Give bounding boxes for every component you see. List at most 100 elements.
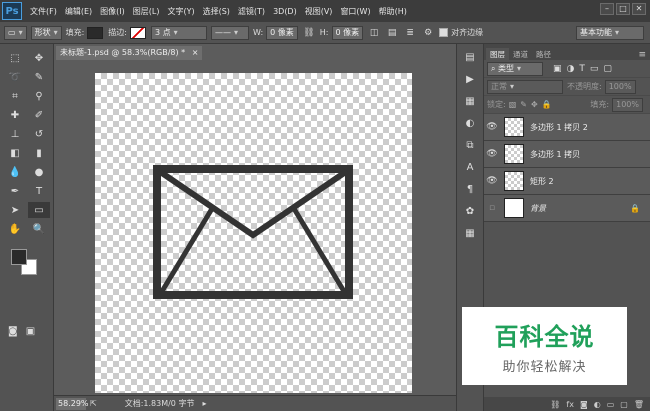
marquee-tool-icon[interactable]: ⬚	[4, 50, 26, 66]
stroke-swatch[interactable]	[130, 26, 146, 39]
filter-icons[interactable]: ▣◑T▭▢	[553, 64, 617, 74]
tab-channels[interactable]: 通道	[509, 48, 532, 60]
mask-icon[interactable]: ◙	[580, 400, 588, 409]
path-operations-icon[interactable]: ◫	[367, 26, 381, 40]
gradient-tool-icon[interactable]: ▮	[28, 145, 50, 161]
fill-field[interactable]: 100%	[612, 97, 643, 112]
character-panel-icon[interactable]: A	[460, 158, 480, 176]
blend-mode-select[interactable]: 正常	[487, 79, 563, 94]
lasso-tool-icon[interactable]: ➰	[4, 69, 26, 85]
visibility-box-icon[interactable]: ▫	[484, 203, 500, 213]
menu-filter[interactable]: 滤镜(T)	[238, 6, 265, 17]
envelope-shape[interactable]	[153, 165, 353, 299]
menu-type[interactable]: 文字(Y)	[167, 6, 194, 17]
path-arrangement-icon[interactable]: ≣	[403, 26, 417, 40]
link-icon[interactable]: ⛓	[302, 26, 316, 40]
align-edges-checkbox[interactable]	[439, 28, 449, 37]
canvas[interactable]	[95, 73, 412, 393]
gear-icon[interactable]: ⚙	[421, 26, 435, 40]
dodge-tool-icon[interactable]: ●	[28, 164, 50, 180]
adjustments-panel-icon[interactable]: ◐	[460, 114, 480, 132]
menu-view[interactable]: 视图(V)	[305, 6, 333, 17]
options-bar: ▭ 形状 填充: 描边: 3 点 —— W: 0 像素 ⛓ H: 0 像素 ◫ …	[0, 22, 650, 44]
opacity-field[interactable]: 100%	[604, 79, 636, 94]
quick-mask-icon[interactable]: ◙	[8, 326, 18, 337]
menu-image[interactable]: 图像(I)	[100, 6, 125, 17]
menu-help[interactable]: 帮助(H)	[379, 6, 407, 17]
menu-bar: Ps 文件(F) 编辑(E) 图像(I) 图层(L) 文字(Y) 选择(S) 滤…	[0, 0, 650, 22]
close-icon[interactable]: ✕	[632, 3, 646, 15]
swatches-panel-icon[interactable]: ▦	[460, 92, 480, 110]
screen-mode-icon[interactable]: ▣	[26, 326, 35, 337]
zoom-tool-icon[interactable]: 🔍	[28, 221, 50, 237]
lock-label: 锁定:	[487, 100, 506, 109]
visibility-eye-icon[interactable]: 👁	[484, 122, 500, 132]
trash-icon[interactable]: 🗑	[634, 400, 644, 409]
tab-paths[interactable]: 路径	[532, 48, 555, 60]
adjustment-layer-icon[interactable]: ◐	[594, 400, 601, 409]
layer-row[interactable]: 👁 矩形 2	[484, 168, 650, 195]
height-field[interactable]: 0 像素	[331, 25, 364, 40]
menu-file[interactable]: 文件(F)	[30, 6, 57, 17]
path-alignment-icon[interactable]: ▤	[385, 26, 399, 40]
menu-3d[interactable]: 3D(D)	[273, 7, 297, 16]
brush-tool-icon[interactable]: ✐	[28, 107, 50, 123]
close-tab-icon[interactable]: ×	[192, 48, 199, 57]
toolbox: ⬚ ✥ ➰ ✎ ⌗ ⚲ ✚ ✐ ⊥ ↺ ◧ ▮ 💧 ● ✒ T ➤ ▭ ✋ 🔍 …	[0, 44, 54, 411]
menu-select[interactable]: 选择(S)	[203, 6, 230, 17]
fill-swatch[interactable]	[87, 26, 104, 39]
menu-layer[interactable]: 图层(L)	[133, 6, 160, 17]
stroke-type-select[interactable]: ——	[211, 25, 249, 40]
history-brush-tool-icon[interactable]: ↺	[28, 126, 50, 142]
group-icon[interactable]: ▭	[607, 400, 615, 409]
pen-tool-icon[interactable]: ✒	[4, 183, 26, 199]
visibility-eye-icon[interactable]: 👁	[484, 149, 500, 159]
zoom-level-field[interactable]: 58.29%	[56, 397, 89, 410]
lock-row: 锁定: ▧✎✥🔒 填充: 100%	[484, 96, 650, 114]
crop-tool-icon[interactable]: ⌗	[4, 88, 26, 104]
status-arrow-icon[interactable]: ▸	[202, 399, 206, 408]
fx-icon[interactable]: fx	[566, 400, 574, 409]
history-panel-icon[interactable]: ▤	[460, 48, 480, 66]
layer-row[interactable]: 👁 多边形 1 拷贝	[484, 141, 650, 168]
stroke-width-field[interactable]: 3 点	[151, 25, 207, 40]
paragraph-panel-icon[interactable]: ¶	[460, 180, 480, 198]
status-menu-icon[interactable]: ⇱	[90, 399, 97, 408]
actions-panel-icon[interactable]: ▶	[460, 70, 480, 88]
foreground-color-swatch[interactable]	[11, 249, 27, 265]
menu-edit[interactable]: 编辑(E)	[65, 6, 92, 17]
styles-panel-icon[interactable]: ✿	[460, 202, 480, 220]
visibility-eye-icon[interactable]: 👁	[484, 176, 500, 186]
layer-row[interactable]: 👁 多边形 1 拷贝 2	[484, 114, 650, 141]
eyedropper-tool-icon[interactable]: ⚲	[28, 88, 50, 104]
blur-tool-icon[interactable]: 💧	[4, 164, 26, 180]
workspace-select[interactable]: 基本功能	[576, 25, 644, 40]
link-layers-icon[interactable]: ⛓	[550, 400, 560, 409]
menu-window[interactable]: 窗口(W)	[340, 6, 370, 17]
path-select-tool-icon[interactable]: ➤	[4, 202, 26, 218]
fill-label-panel: 填充:	[590, 100, 610, 109]
maximize-icon[interactable]: □	[616, 3, 630, 15]
new-layer-icon[interactable]: ▢	[620, 400, 628, 409]
healing-brush-tool-icon[interactable]: ✚	[4, 107, 26, 123]
panel-menu-icon[interactable]: ≡	[638, 50, 646, 60]
width-field[interactable]: 0 像素	[266, 25, 298, 40]
tool-preset-picker[interactable]: ▭	[4, 25, 27, 40]
layer-comps-panel-icon[interactable]: ⧉	[460, 136, 480, 154]
document-tab[interactable]: 未标题-1.psd @ 58.3%(RGB/8) * ×	[56, 46, 203, 60]
minimize-icon[interactable]: –	[600, 3, 614, 15]
tool-mode-select[interactable]: 形状	[30, 25, 62, 40]
type-tool-icon[interactable]: T	[28, 183, 50, 199]
layer-row[interactable]: ▫ 背景 🔒	[484, 195, 650, 222]
eraser-tool-icon[interactable]: ◧	[4, 145, 26, 161]
layer-thumbnail	[504, 117, 524, 137]
kind-filter-select[interactable]: ⌕ 类型	[487, 61, 543, 76]
grid-panel-icon[interactable]: ▦	[460, 224, 480, 242]
tab-layers[interactable]: 图层	[486, 48, 509, 60]
clone-stamp-tool-icon[interactable]: ⊥	[4, 126, 26, 142]
quick-select-tool-icon[interactable]: ✎	[28, 69, 50, 85]
hand-tool-icon[interactable]: ✋	[4, 221, 26, 237]
move-tool-icon[interactable]: ✥	[28, 50, 50, 66]
lock-icons[interactable]: ▧✎✥🔒	[509, 100, 556, 109]
rectangle-tool-icon[interactable]: ▭	[28, 202, 50, 218]
